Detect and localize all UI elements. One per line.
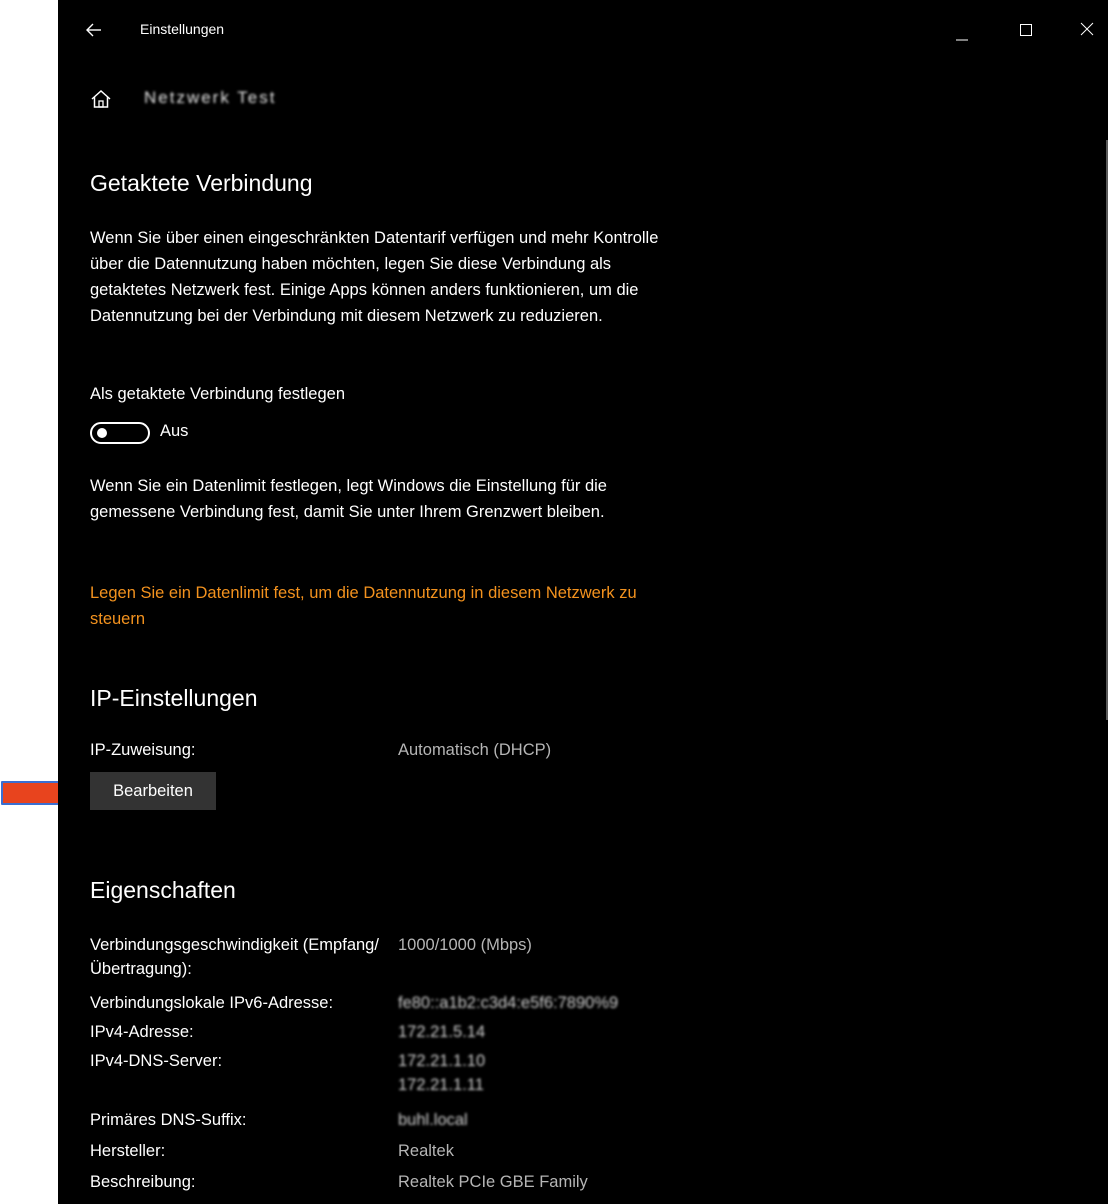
metered-toggle-label: Als getaktete Verbindung festlegen xyxy=(90,385,346,403)
metered-heading: Getaktete Verbindung xyxy=(90,170,313,196)
ip-assignment-value: Automatisch (DHCP) xyxy=(398,741,552,759)
property-key-description: Beschreibung: xyxy=(90,1173,196,1191)
property-value-manufacturer: Realtek xyxy=(398,1142,454,1160)
edit-button[interactable]: Bearbeiten xyxy=(90,772,216,810)
toggle-state: Aus xyxy=(160,422,189,440)
property-value-ipv4: 172.21.5.14 xyxy=(398,1023,486,1041)
minimize-button[interactable] xyxy=(938,10,984,50)
network-name: Netzwerk Test xyxy=(144,88,277,107)
back-button[interactable] xyxy=(82,16,106,44)
home-icon xyxy=(91,89,111,108)
property-key-ipv6: Verbindungslokale IPv6-Adresse: xyxy=(90,994,334,1012)
property-value-description: Realtek PCIe GBE Family xyxy=(398,1173,588,1191)
data-limit-note: Wenn Sie ein Datenlimit festlegen, legt … xyxy=(90,477,607,521)
ip-settings-heading: IP-Einstellungen xyxy=(90,685,258,711)
close-button[interactable] xyxy=(1064,10,1108,50)
metered-description: Wenn Sie über einen eingeschränkten Date… xyxy=(90,229,659,325)
property-key-manufacturer: Hersteller: xyxy=(90,1142,166,1160)
home-button[interactable] xyxy=(90,88,116,114)
property-key-speed: Verbindungsgeschwindigkeit (Empfang/Über… xyxy=(90,936,379,978)
metered-toggle[interactable]: Aus xyxy=(90,418,189,446)
minimize-icon xyxy=(956,39,968,41)
toggle-switch-icon xyxy=(90,422,150,444)
property-value-dns-1: 172.21.1.10 xyxy=(398,1052,486,1070)
property-value-ipv6: fe80::a1b2:c3d4:e5f6:7890%9 xyxy=(398,994,619,1012)
property-value-dns-2: 172.21.1.11 xyxy=(398,1076,484,1094)
property-key-dns-suffix: Primäres DNS-Suffix: xyxy=(90,1111,247,1129)
back-arrow-icon xyxy=(86,23,101,37)
settings-window: Einstellungen Netzwerk Test Getaktete Ve… xyxy=(58,0,1108,1204)
ip-assignment-label: IP-Zuweisung: xyxy=(90,741,196,759)
maximize-icon xyxy=(1020,24,1032,36)
data-limit-link[interactable]: Legen Sie ein Datenlimit fest, um die Da… xyxy=(90,580,650,632)
properties-heading: Eigenschaften xyxy=(90,877,236,903)
close-icon xyxy=(1080,22,1094,36)
maximize-button[interactable] xyxy=(1002,10,1048,50)
property-value-speed: 1000/1000 (Mbps) xyxy=(398,936,532,954)
property-key-ipv4: IPv4-Adresse: xyxy=(90,1023,194,1041)
property-value-dns-suffix: buhl.local xyxy=(398,1111,468,1129)
property-key-dns: IPv4-DNS-Server: xyxy=(90,1052,223,1070)
app-title: Einstellungen xyxy=(140,21,225,37)
title-bar: Einstellungen xyxy=(58,0,1108,60)
